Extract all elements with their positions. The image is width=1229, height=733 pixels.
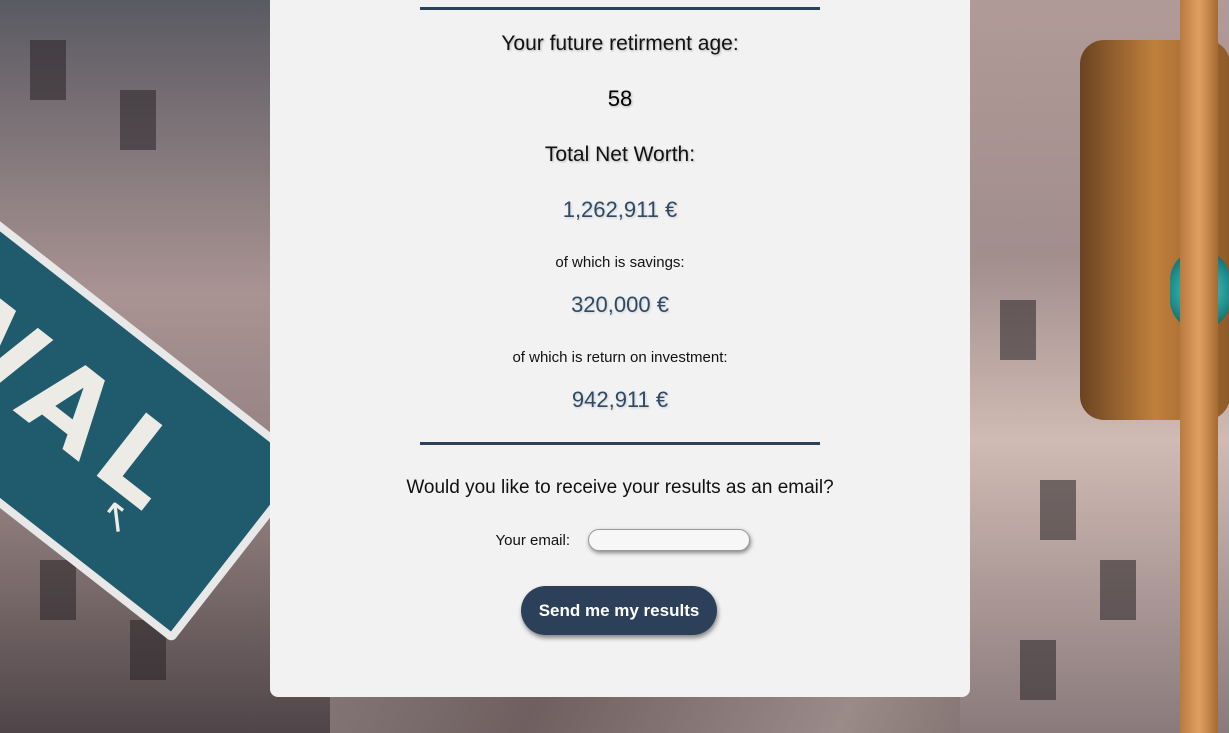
building-window [1020,640,1056,700]
send-results-button[interactable]: Send me my results [521,586,717,635]
building-window [40,560,76,620]
savings-value: 320,000 € [571,292,669,317]
retirement-age-value: 58 [607,86,633,111]
building-window [1040,480,1076,540]
building-window [30,40,66,100]
net-worth-value: 1,262,911 € [562,197,678,222]
bottom-divider [420,442,820,445]
roi-value: 942,911 € [571,387,669,412]
email-question: Would you like to receive your results a… [406,477,834,498]
traffic-light-pole [1180,0,1218,733]
top-divider [420,7,820,10]
retirement-age-heading: Your future retirment age: [501,32,739,55]
building-window [1100,560,1136,620]
email-label: Your email: [495,532,571,549]
savings-heading: of which is savings: [555,254,685,271]
building-window [1000,300,1036,360]
net-worth-heading: Total Net Worth: [544,143,696,166]
results-panel: Your future retirment age: 58 Total Net … [270,0,970,697]
email-input[interactable] [588,529,750,551]
building-window [120,90,156,150]
roi-heading: of which is return on investment: [512,349,728,366]
